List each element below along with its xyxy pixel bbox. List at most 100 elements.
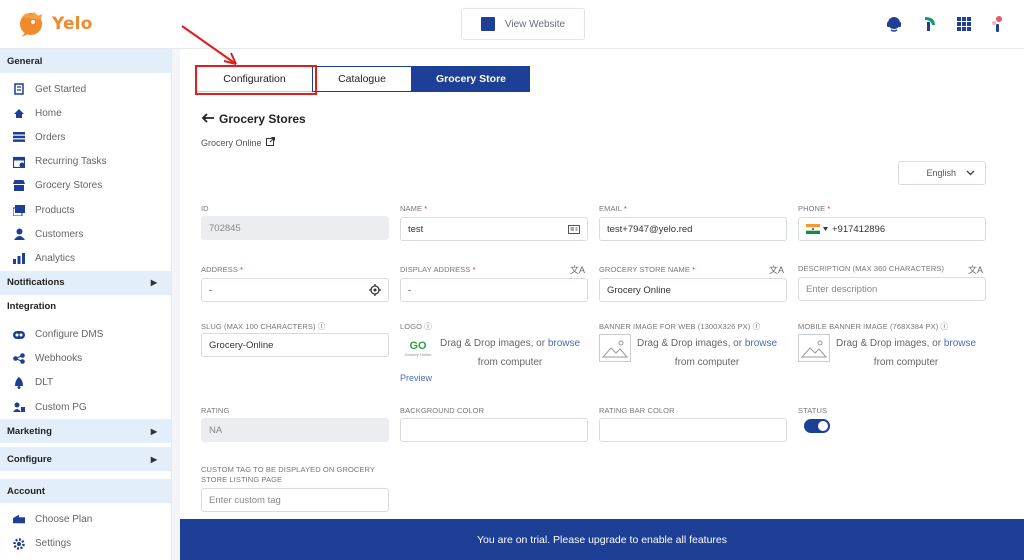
logo-preview-link[interactable]: Preview: [400, 373, 432, 383]
sidebar-item-grocery-stores[interactable]: Grocery Stores: [0, 174, 171, 198]
background-color-input[interactable]: [400, 418, 588, 442]
analytics-icon: [13, 252, 25, 264]
section-label: Integration: [7, 301, 57, 312]
payment-icon: [13, 401, 25, 413]
apps-grid-icon[interactable]: [957, 17, 971, 31]
sidebar-section-account[interactable]: Account: [0, 479, 171, 504]
sidebar-section-notifications[interactable]: Notifications ▶: [0, 270, 171, 295]
sidebar-item-label: Customers: [35, 228, 84, 240]
status-toggle[interactable]: [804, 419, 830, 433]
slug-input[interactable]: Grocery-Online: [201, 333, 389, 357]
locate-icon[interactable]: [369, 284, 381, 296]
rating-bar-color-input[interactable]: [599, 418, 787, 442]
info-icon: ⓘ: [940, 322, 949, 331]
sidebar-section-general[interactable]: General: [0, 49, 171, 73]
notifications-icon[interactable]: [990, 15, 1004, 33]
sidebar-item-configure-dms[interactable]: Configure DMS: [0, 323, 171, 347]
status-label: STATUS: [798, 406, 828, 415]
sidebar-section-integration[interactable]: Integration: [0, 294, 171, 319]
calendar-icon: [13, 156, 25, 168]
sidebar-item-custom-pg[interactable]: Custom PG: [0, 395, 171, 419]
trial-banner: You are on trial. Please upgrade to enab…: [180, 519, 1024, 560]
sidebar-item-recurring-tasks[interactable]: Recurring Tasks: [0, 150, 171, 174]
name-label: NAME *: [400, 204, 428, 213]
customers-icon: [13, 228, 25, 241]
image-placeholder-icon: [798, 334, 830, 362]
sidebar-section-configure[interactable]: Configure ▶: [0, 447, 171, 472]
leaf-icon[interactable]: [922, 15, 938, 33]
tab-grocery-store[interactable]: Grocery Store: [412, 66, 530, 92]
store-icon: [13, 180, 25, 192]
page-title: Grocery Stores: [219, 112, 306, 126]
products-icon: [13, 204, 25, 216]
id-card-icon: [568, 224, 580, 234]
browse-link[interactable]: browse: [944, 338, 976, 349]
top-icons: [885, 15, 1004, 33]
sidebar-section-marketing[interactable]: Marketing ▶: [0, 419, 171, 444]
plan-icon: [13, 513, 25, 525]
sidebar-item-label: Webhooks: [35, 353, 83, 365]
sidebar-item-dlt[interactable]: DLT: [0, 371, 171, 395]
logo-thumbnail: GO Grocery Online: [404, 339, 432, 357]
sidebar-item-label: Home: [35, 107, 62, 119]
background-color-label: BACKGROUND COLOR: [400, 406, 485, 415]
language-select[interactable]: English: [898, 161, 986, 185]
sidebar-item-orders[interactable]: Orders: [0, 125, 171, 149]
translate-icon[interactable]: 文A: [769, 263, 784, 276]
arrow-left-icon: [201, 112, 214, 126]
image-placeholder-icon: [599, 334, 631, 362]
dms-icon: [13, 329, 25, 341]
back-to-grocery-stores[interactable]: Grocery Stores: [201, 112, 306, 126]
phone-input[interactable]: +917412896: [798, 217, 986, 241]
support-icon[interactable]: [885, 15, 903, 33]
custom-tag-input[interactable]: Enter custom tag: [201, 488, 389, 512]
sidebar-item-products[interactable]: Products: [0, 198, 171, 222]
sidebar-item-settings[interactable]: Settings: [0, 531, 171, 555]
sidebar-item-label: Get Started: [35, 83, 87, 95]
store-name-label: GROCERY STORE NAME *: [599, 265, 696, 274]
tab-catalogue[interactable]: Catalogue: [312, 66, 412, 92]
browse-link[interactable]: browse: [745, 338, 777, 349]
sidebar-item-analytics[interactable]: Analytics: [0, 246, 171, 270]
store-link[interactable]: Grocery Online: [201, 137, 275, 148]
sidebar-item-label: DLT: [35, 377, 54, 389]
address-input[interactable]: -: [201, 278, 389, 302]
id-label: ID: [201, 204, 209, 213]
sidebar-item-label: Choose Plan: [35, 513, 93, 525]
sidebar-item-get-started[interactable]: Get Started: [0, 77, 171, 101]
info-icon: ⓘ: [317, 322, 326, 331]
orders-icon: [13, 131, 25, 143]
description-label: DESCRIPTION (MAX 360 CHARACTERS): [798, 264, 945, 273]
banner-web-dropzone[interactable]: Drag & Drop images, or browse from comput…: [599, 334, 789, 372]
lion-logo-icon: [20, 12, 42, 37]
section-label: Notifications: [7, 277, 65, 288]
phone-label: PHONE *: [798, 204, 831, 213]
browse-link[interactable]: browse: [548, 338, 580, 349]
store-name-input[interactable]: Grocery Online: [599, 278, 787, 302]
address-label: ADDRESS *: [201, 265, 244, 274]
brand-logo[interactable]: Yelo: [16, 9, 93, 39]
sidebar-item-choose-plan[interactable]: Choose Plan: [0, 507, 171, 531]
india-flag-icon[interactable]: [806, 224, 828, 234]
email-input[interactable]: test+7947@yelo.red: [599, 217, 787, 241]
description-input[interactable]: Enter description: [798, 277, 986, 301]
settings-icon: [13, 537, 25, 550]
sidebar-item-webhooks[interactable]: Webhooks: [0, 347, 171, 371]
logo-dropzone[interactable]: GO Grocery Online Drag & Drop images, or…: [402, 334, 592, 372]
translate-icon[interactable]: 文A: [570, 263, 585, 276]
sidebar-item-customers[interactable]: Customers: [0, 222, 171, 246]
name-input[interactable]: test: [400, 217, 588, 241]
banner-mobile-dropzone[interactable]: Drag & Drop images, or browse from comput…: [798, 334, 988, 372]
external-link-icon: [265, 137, 275, 148]
caret-right-icon: ▶: [150, 278, 157, 287]
section-label: Marketing: [7, 425, 52, 437]
translate-icon[interactable]: 文A: [968, 263, 983, 276]
sidebar-item-label: Configure DMS: [35, 329, 104, 341]
view-website-label: View Website: [504, 18, 566, 30]
display-address-input[interactable]: -: [400, 278, 588, 302]
rating-label: RATING: [201, 406, 230, 415]
view-website-button[interactable]: View Website: [461, 8, 585, 40]
sidebar-item-label: Analytics: [35, 252, 76, 264]
sidebar-item-home[interactable]: Home: [0, 101, 171, 125]
banner-mobile-label: MOBILE BANNER IMAGE (768X384 PX) ⓘ: [798, 322, 949, 331]
